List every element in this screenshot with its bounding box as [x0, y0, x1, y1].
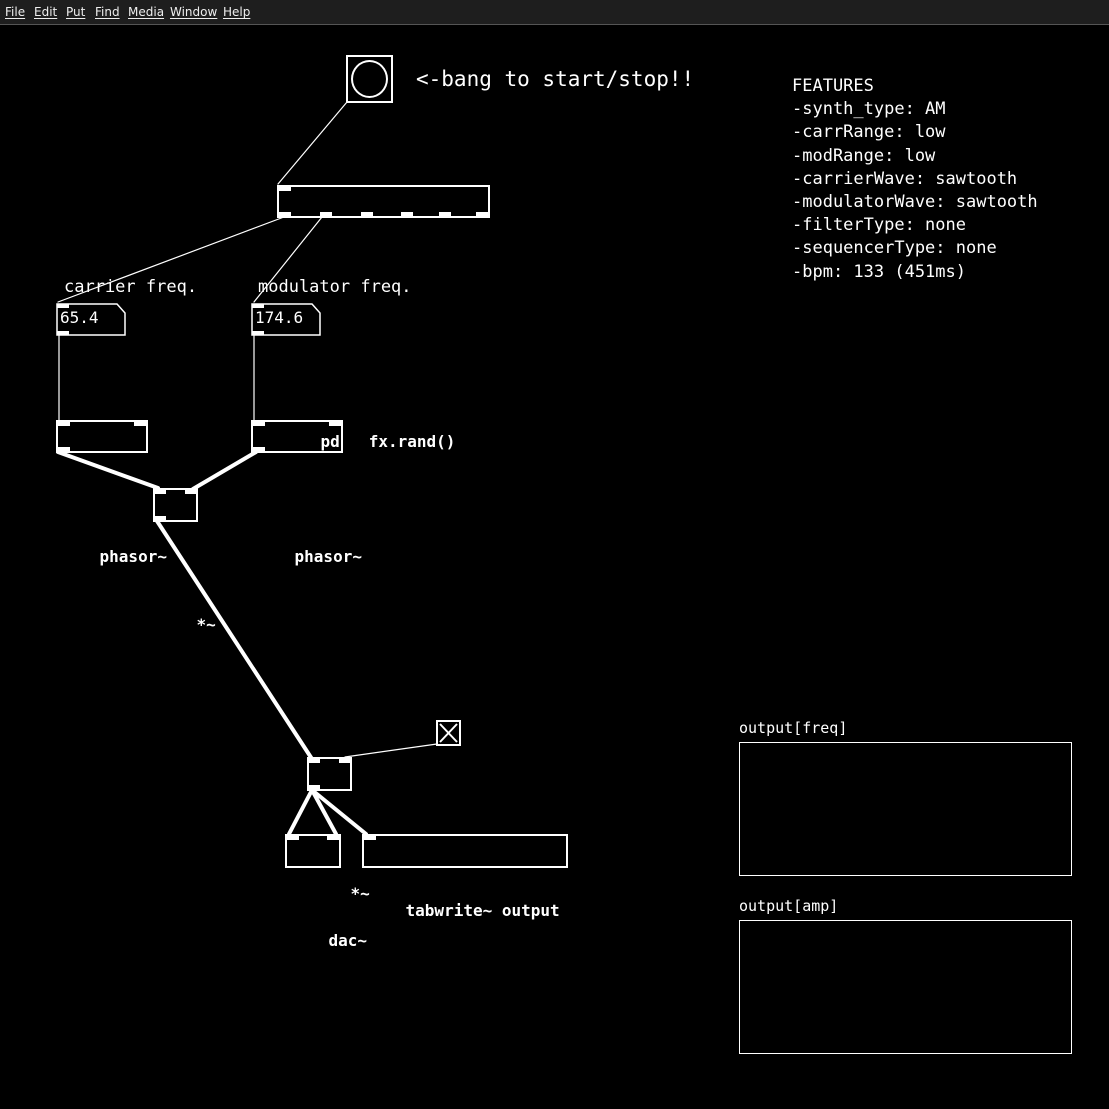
modulator-label: modulator freq. [258, 277, 412, 297]
carrier-phasor-label: phasor~ [99, 547, 167, 566]
modulator-freq-numbox[interactable]: 174.6 [251, 303, 321, 336]
feature-bpm: -bpm: 133 (451ms) [792, 261, 966, 282]
tabwrite-output[interactable]: tabwrite~ output [362, 834, 568, 920]
tabwrite-label: tabwrite~ output [405, 901, 560, 920]
feature-mod-range: -modRange: low [792, 145, 936, 166]
multiply-carrier-modulator[interactable]: *~ [153, 488, 216, 634]
menu-bar: File Edit Put Find Media Window Help [0, 0, 1109, 25]
cord-bang-to-subpatch [277, 101, 348, 185]
modulator-phasor[interactable]: phasor~ [251, 420, 362, 566]
dac-output[interactable]: dac~ [285, 834, 367, 950]
array-freq-label: output[freq] [739, 719, 848, 737]
modulator-freq-value: 174.6 [255, 308, 304, 327]
feature-filter-type: -filterType: none [792, 215, 966, 236]
modulator-phasor-label: phasor~ [294, 547, 362, 566]
menu-file[interactable]: File [5, 5, 25, 19]
array-amp-graph[interactable] [739, 920, 1072, 1054]
feature-modulator-wave: -modulatorWave: sawtooth [792, 192, 1038, 213]
feature-synth-type: -synth_type: AM [792, 99, 946, 120]
menu-window[interactable]: Window [170, 5, 217, 19]
bang-button[interactable] [346, 55, 393, 103]
feature-carr-range: -carrRange: low [792, 122, 946, 143]
menu-media[interactable]: Media [128, 5, 164, 19]
menu-find[interactable]: Find [95, 5, 120, 19]
array-freq-graph[interactable] [739, 742, 1072, 876]
carrier-freq-value: 65.4 [60, 308, 99, 327]
carrier-freq-numbox[interactable]: 65.4 [56, 303, 126, 336]
array-amp-label: output[amp] [739, 897, 839, 915]
dac-label: dac~ [328, 931, 368, 950]
multiply-gain[interactable]: *~ [307, 757, 370, 903]
features-title: FEATURES [792, 76, 874, 96]
carrier-label: carrier freq. [64, 277, 198, 297]
bang-comment: <-bang to start/stop!! [416, 67, 695, 91]
carrier-phasor[interactable]: phasor~ [56, 420, 167, 566]
toggle-on-off[interactable] [436, 720, 461, 746]
cord-toggle-to-mult2 [344, 743, 438, 758]
bang-circle [351, 60, 388, 98]
feature-carrier-wave: -carrierWave: sawtooth [792, 168, 1018, 189]
subpatch-name: fx.rand() [368, 432, 456, 451]
feature-sequencer-type: -sequencerType: none [792, 238, 997, 259]
multiply1-label: *~ [196, 615, 216, 634]
menu-edit[interactable]: Edit [34, 5, 57, 19]
patch-canvas[interactable]: <-bang to start/stop!! pd fx.rand() carr… [0, 26, 1109, 1109]
subpatch-fx-rand[interactable]: pd fx.rand() [277, 185, 490, 451]
toggle-x-mark [439, 723, 458, 743]
cord-phasor2-to-mult1 [191, 450, 258, 491]
features-comment: FEATURES -synth_type: AM -carrRange: low… [792, 75, 1038, 284]
menu-put[interactable]: Put [66, 5, 85, 19]
cord-mult2-to-dac-left [287, 788, 314, 836]
menu-help[interactable]: Help [223, 5, 250, 19]
